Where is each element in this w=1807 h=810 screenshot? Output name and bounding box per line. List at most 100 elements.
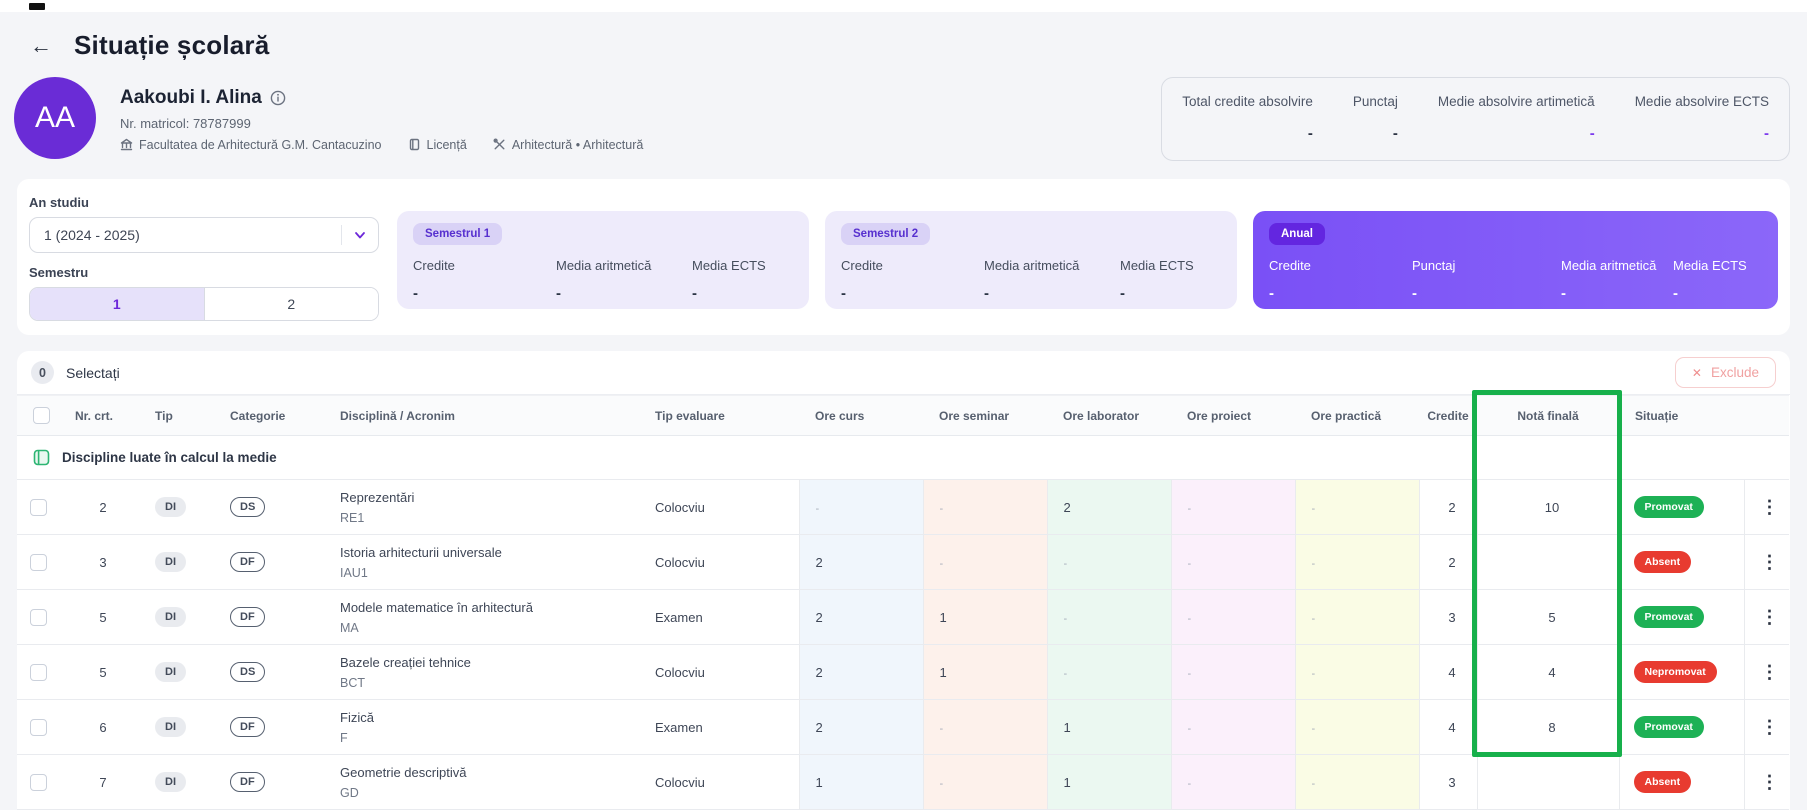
row-checkbox[interactable] (30, 608, 47, 626)
cell-kebab: ⋮ (1743, 754, 1789, 810)
stat-column: Medie absolvire ECTS - (1635, 94, 1769, 142)
stat-label: Total credite absolvire (1182, 94, 1313, 109)
column-header-kebab (1744, 395, 1789, 436)
row-menu-icon[interactable]: ⋮ (1761, 717, 1779, 737)
hours-value: - (1311, 612, 1316, 625)
cell-categorie: DF (214, 534, 324, 590)
row-checkbox[interactable] (30, 773, 47, 791)
hours-value: 2 (815, 554, 823, 570)
row-checkbox[interactable] (30, 498, 47, 516)
tip-badge: DI (155, 772, 186, 792)
semester-tab-2[interactable]: 2 (203, 288, 378, 320)
discipline-name: Reprezentări (340, 489, 415, 505)
column-header-categorie: Categorie (214, 395, 324, 436)
stat-column: Total credite absolvire - (1182, 94, 1313, 142)
cell-situatie: Promovat (1618, 699, 1744, 755)
cell-ore_seminar: - (922, 534, 1047, 590)
metric-label: Credite (413, 258, 455, 273)
categorie-badge: DS (230, 662, 266, 682)
exclude-button[interactable]: ✕ Exclude (1674, 357, 1776, 388)
card-metric: Media ECTS - (1120, 258, 1194, 302)
hours-value: - (1187, 557, 1192, 570)
cell-kebab: ⋮ (1743, 644, 1789, 700)
cell-ore_seminar: 1 (922, 644, 1047, 700)
cell-ore_curs: 2 (798, 644, 923, 700)
cell-ore_laborator: 2 (1046, 479, 1171, 535)
cell-situatie: Nepromovat (1618, 644, 1744, 700)
tip-badge: DI (155, 662, 186, 682)
student-matricol: Nr. matricol: 78787999 (120, 115, 251, 131)
group-row-cell: Discipline luate în calcul la medie (17, 435, 1789, 480)
categorie-badge: DF (230, 717, 265, 737)
card-badge: Anual (1269, 223, 1325, 245)
select-all-checkbox[interactable] (33, 407, 50, 424)
discipline-name: Modele matematice în arhitectură (340, 599, 533, 615)
status-badge: Absent (1633, 771, 1692, 793)
metric-label: Media aritmetică (984, 258, 1080, 273)
table-row: 6 DI DF Fizică F Examen 2 - 1 - - 4 8 Promovat ⋮ (17, 699, 1789, 755)
semester-tab-1[interactable]: 1 (30, 288, 204, 320)
row-checkbox[interactable] (30, 553, 47, 571)
row-checkbox[interactable] (30, 718, 47, 736)
metric-label: Media ECTS (692, 258, 766, 273)
cell-checkbox (17, 479, 59, 535)
row-menu-icon[interactable]: ⋮ (1761, 552, 1779, 572)
cell-categorie: DS (214, 479, 324, 535)
card-metric: Media ECTS - (1673, 258, 1747, 302)
tip-badge: DI (155, 497, 186, 517)
column-header-credite: Credite (1419, 395, 1477, 436)
cell-ore_proiect: - (1170, 644, 1295, 700)
close-icon: ✕ (1691, 365, 1702, 380)
cell-nr: 2 (59, 479, 139, 535)
hours-value: - (1311, 777, 1316, 790)
cell-categorie: DF (214, 754, 324, 810)
cell-checkbox (17, 534, 59, 590)
cell-tip: DI (139, 589, 214, 645)
card-metrics: Credite - Media aritmetică - Media ECTS - (413, 258, 793, 302)
cell-ore_laborator: - (1046, 534, 1171, 590)
cell-ore_seminar: 1 (922, 589, 1047, 645)
back-button[interactable]: ← (30, 34, 52, 57)
categorie-badge: DF (230, 607, 265, 627)
selected-label: Selectați (66, 364, 120, 381)
an-studiu-select[interactable]: 1 (2024 - 2025) (29, 217, 379, 253)
row-menu-icon[interactable]: ⋮ (1761, 497, 1779, 517)
tip-badge: DI (155, 552, 186, 572)
stat-label: Punctaj (1352, 94, 1398, 109)
cell-nr: 5 (59, 589, 139, 645)
cell-disciplina: Istoria arhitecturii universale IAU1 (324, 534, 639, 590)
discipline-name: Istoria arhitecturii universale (340, 544, 502, 560)
metric-label: Media ECTS (1673, 258, 1747, 273)
row-menu-icon[interactable]: ⋮ (1761, 662, 1779, 682)
column-header-tip: Tip (139, 395, 214, 436)
hours-value: 1 (939, 664, 947, 680)
tools-icon (493, 138, 505, 150)
cell-tip_evaluare: Colocviu (639, 479, 799, 535)
info-icon[interactable] (270, 90, 286, 106)
avatar: AA (14, 77, 96, 159)
card-badge: Semestrul 2 (841, 223, 931, 245)
row-menu-icon[interactable]: ⋮ (1761, 772, 1779, 792)
hours-value: - (1187, 502, 1192, 515)
cell-disciplina: Modele matematice în arhitectură MA (324, 589, 639, 645)
row-menu-icon[interactable]: ⋮ (1761, 607, 1779, 627)
chevron-down-icon[interactable] (352, 227, 368, 243)
cell-ore_laborator: - (1046, 589, 1171, 645)
metric-value: - (413, 285, 418, 302)
student-faculty: Facultatea de Arhitectură G.M. Cantacuzi… (139, 137, 382, 152)
stat-value: - (1307, 125, 1313, 142)
hours-value: 2 (815, 719, 823, 735)
card-metric: Media aritmetică - (984, 258, 1120, 302)
row-checkbox[interactable] (30, 663, 47, 681)
stat-value: - (1764, 125, 1769, 142)
cell-ore_practica: - (1294, 589, 1419, 645)
cell-ore_curs: 1 (798, 754, 923, 810)
hours-value: 1 (815, 774, 823, 790)
semestru-label: Semestru (29, 265, 89, 280)
cell-nota: 4 (1476, 644, 1619, 700)
hours-value: - (939, 777, 944, 790)
column-header-tip_evaluare: Tip evaluare (639, 395, 799, 436)
cell-tip: DI (139, 534, 214, 590)
tip-badge: DI (155, 607, 186, 627)
categorie-badge: DF (230, 552, 265, 572)
